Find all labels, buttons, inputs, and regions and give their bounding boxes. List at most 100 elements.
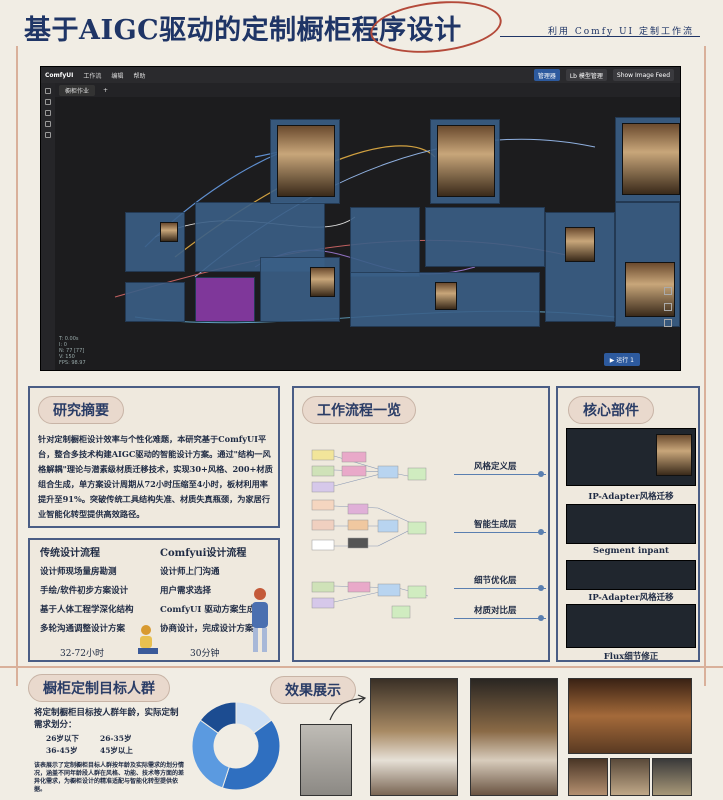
core-component-screenshot: [566, 504, 696, 544]
frame-line-bottom: [0, 666, 723, 668]
layer-dot: [538, 471, 544, 477]
result-photo: [568, 758, 608, 796]
comfy-process-title: Comfyui设计流程: [160, 548, 247, 559]
traditional-step: 多轮沟通调整设计方案: [40, 624, 126, 634]
show-image-feed-button[interactable]: Show Image Feed: [612, 69, 674, 81]
comfyui-screenshot: ComfyUI 工作流 编辑 帮助 管理器 Lb 模型管理 Show Image…: [40, 66, 681, 371]
core-component-caption: IP-Adapter风格迁移: [588, 492, 674, 502]
queue-count[interactable]: 1: [630, 357, 634, 364]
history-icon[interactable]: [45, 88, 51, 94]
workflow-node[interactable]: [125, 282, 185, 322]
model-library-icon[interactable]: [45, 121, 51, 127]
workflow-node[interactable]: [125, 212, 185, 272]
result-photo: [370, 678, 458, 796]
menu-item-workflow[interactable]: 工作流: [83, 71, 101, 80]
result-photo: [652, 758, 692, 796]
zoom-in-icon[interactable]: [664, 287, 672, 295]
workflow-node[interactable]: [195, 277, 255, 322]
workflow-node[interactable]: [425, 207, 545, 267]
layer-divider: [454, 474, 546, 475]
donut-slice: [191, 719, 230, 789]
zoom-out-icon[interactable]: [664, 303, 672, 311]
core-component-caption: Flux细节修正: [603, 652, 659, 662]
layer-label-material: 材质对比层: [474, 606, 517, 616]
age-group-label: 45岁以上: [100, 746, 133, 755]
add-tab-button[interactable]: +: [103, 87, 108, 94]
header: 基于AIGC驱动的定制橱柜程序设计 利用 Comfy UI 定制工作流: [0, 0, 723, 59]
cabinet-preview-image: [310, 267, 335, 297]
comfyui-menubar: ComfyUI 工作流 编辑 帮助 管理器 Lb 模型管理 Show Image…: [41, 67, 680, 83]
core-component-screenshot: [566, 560, 696, 590]
core-components-panel: 核心部件 IP-Adapter风格迁移 Segment inpant IP-Ad…: [556, 386, 700, 662]
traditional-step: 手绘/软件初步方案设计: [40, 586, 129, 596]
person-illustration: [252, 588, 268, 652]
core-heading: 核心部件: [568, 396, 654, 424]
manager-button[interactable]: 管理器: [533, 69, 560, 81]
age-group-label: 26-35岁: [100, 734, 132, 743]
workflows-icon[interactable]: [45, 132, 51, 138]
page-subtitle: 利用 Comfy UI 定制工作流: [548, 27, 694, 37]
layer-dot: [538, 615, 544, 621]
age-donut-chart: [191, 701, 281, 791]
layer-divider: [454, 588, 546, 589]
layer-label-detail: 细节优化层: [474, 576, 517, 586]
result-photo: [470, 678, 558, 796]
comfyui-sidebar: [41, 83, 55, 370]
comfyui-brand: ComfyUI: [45, 71, 74, 79]
core-component-screenshot: [566, 604, 696, 648]
fit-view-icon[interactable]: [664, 319, 672, 327]
traditional-time: 32-72小时: [60, 649, 104, 659]
age-group-label: 26岁以下: [46, 734, 79, 743]
comfyui-toolbar: 管理器 Lb 模型管理 Show Image Feed: [533, 69, 674, 81]
comfy-step: 设计师上门沟通: [160, 567, 220, 577]
cabinet-preview-image: [160, 222, 178, 242]
workflow-diagram: [311, 449, 429, 619]
layer-label-style: 风格定义层: [474, 462, 517, 472]
result-photo: [568, 678, 692, 754]
workflow-panel: 工作流程一览 风格定义层 智能生成层 细节优化层 材质对比层: [292, 386, 550, 662]
tab-workflow[interactable]: 橱柜作业: [59, 84, 96, 96]
target-intro: 将定制橱柜目标按人群年龄，实际定制需求划分：: [34, 708, 179, 730]
layer-divider: [454, 618, 546, 619]
queue-icon[interactable]: [45, 99, 51, 105]
layer-label-generation: 智能生成层: [474, 520, 517, 530]
result-photo: [610, 758, 650, 796]
frame-line-left: [16, 46, 18, 686]
run-button[interactable]: ▶ 运行 1: [603, 353, 640, 366]
sitting-person-illustration: [138, 625, 158, 654]
node-canvas[interactable]: [55, 97, 680, 370]
frame-line-right: [704, 46, 706, 686]
workflow-heading: 工作流程一览: [302, 396, 416, 424]
traditional-process-column: 传统设计流程 设计师现场量房勘测 手绘/软件初步方案设计 基于人体工程学深化结构…: [40, 544, 134, 639]
layer-dot: [538, 529, 544, 535]
cabinet-preview-image: [435, 282, 457, 310]
workflow-node[interactable]: [350, 207, 420, 277]
process-comparison-panel: 传统设计流程 设计师现场量房勘测 手绘/软件初步方案设计 基于人体工程学深化结构…: [28, 538, 280, 662]
traditional-process-title: 传统设计流程: [40, 548, 100, 559]
cabinet-preview-image: [565, 227, 595, 262]
comfyui-tabs: 橱柜作业 +: [55, 83, 680, 97]
raw-room-photo: [300, 724, 352, 796]
curved-arrow-icon: [329, 694, 367, 721]
target-heading: 橱柜定制目标人群: [28, 674, 170, 702]
core-component-preview: [656, 434, 692, 476]
core-component-caption: Segment inpant: [593, 546, 669, 556]
menu-item-edit[interactable]: 编辑: [111, 71, 123, 80]
target-note: 该表展示了定制橱柜目标人群按年龄及实际需求的划分情况，涵盖不同年龄段人群在风格、…: [34, 762, 185, 793]
zoom-controls: [664, 287, 674, 335]
traditional-step: 设计师现场量房勘测: [40, 567, 117, 577]
abstract-body: 针对定制橱柜设计效率与个性化难题，本研究基于ComfyUI平台，整合多技术构建A…: [38, 434, 273, 519]
core-component-caption: IP-Adapter风格迁移: [588, 593, 674, 603]
abstract-panel: 研究摘要 针对定制橱柜设计效率与个性化难题，本研究基于ComfyUI平台，整合多…: [28, 386, 280, 528]
node-library-icon[interactable]: [45, 110, 51, 116]
layer-divider: [454, 532, 546, 533]
cabinet-preview-image: [277, 125, 335, 197]
comfy-time: 30分钟: [190, 649, 220, 659]
traditional-step: 基于人体工程学深化结构: [40, 605, 134, 615]
abstract-heading: 研究摘要: [38, 396, 124, 424]
menu-item-help[interactable]: 帮助: [133, 71, 145, 80]
canvas-stats: T: 0.00s I: 0 N: 77 [77] V: 150 FPS: 98.…: [59, 336, 86, 366]
layer-dot: [538, 585, 544, 591]
model-manager-button[interactable]: Lb 模型管理: [565, 69, 607, 81]
age-group-label: 36-45岁: [46, 746, 78, 755]
